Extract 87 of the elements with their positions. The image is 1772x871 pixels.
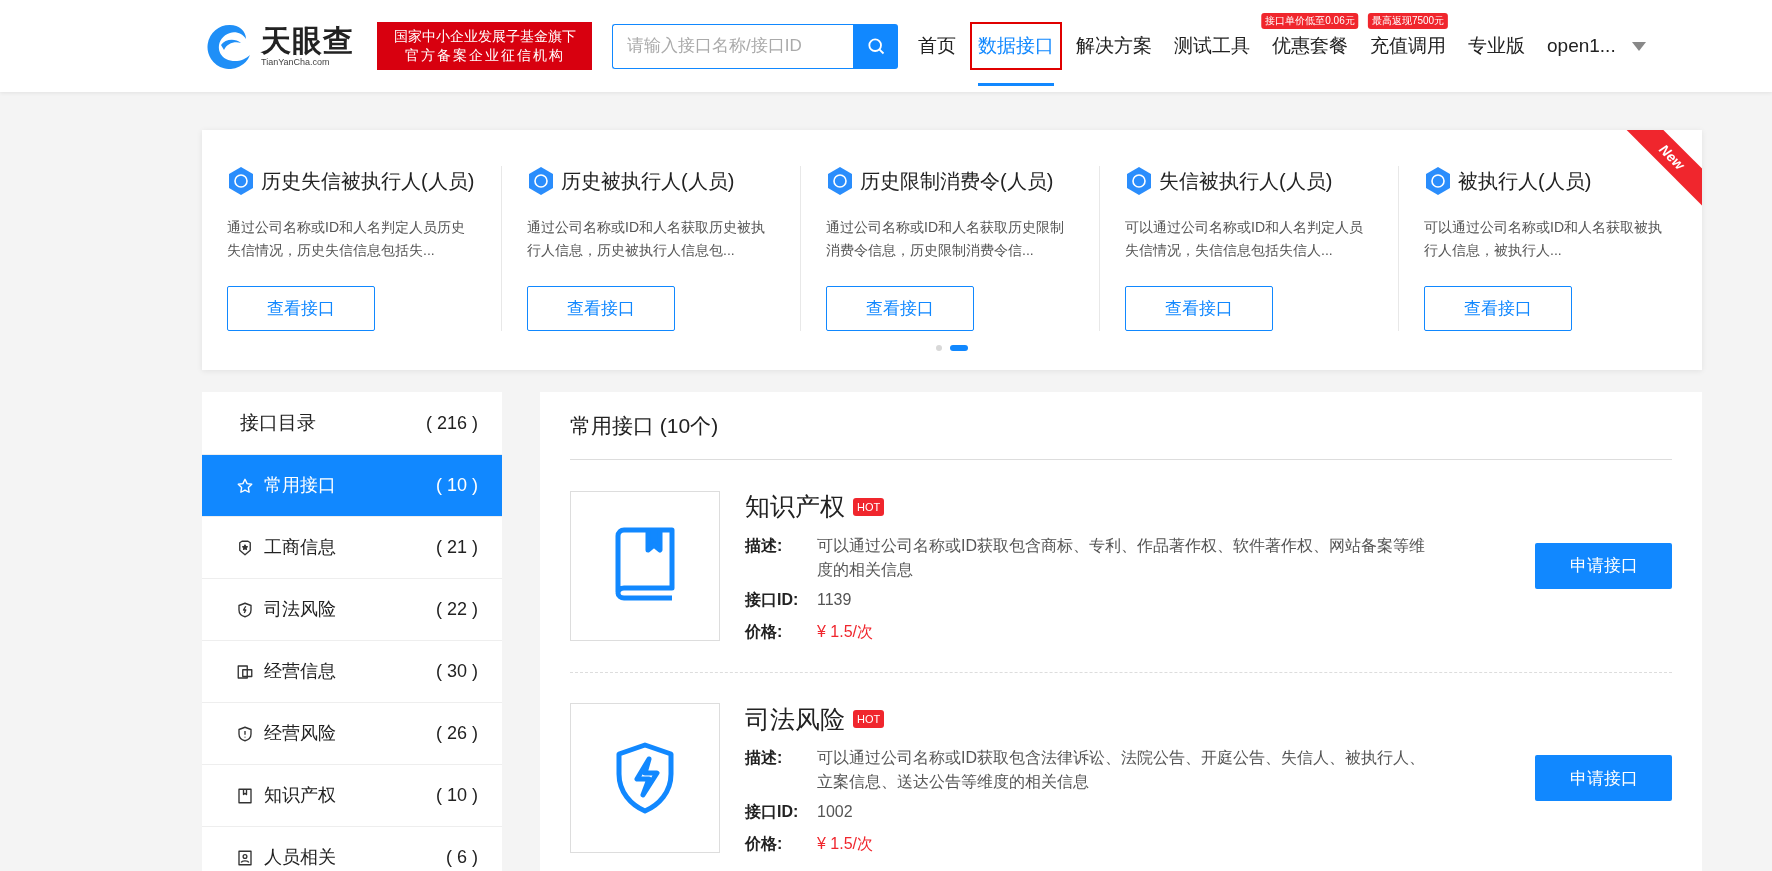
card-title: 历史限制消费令(人员): [860, 169, 1054, 194]
card-title: 失信被执行人(人员): [1159, 169, 1333, 194]
api-id: 1002: [817, 802, 853, 822]
apply-button[interactable]: 申请接口: [1535, 542, 1672, 589]
category-count: ( 10 ): [436, 474, 478, 497]
sidebar-title: 接口目录: [240, 410, 316, 435]
hexagon-icon: [527, 166, 555, 196]
promo-badge: 最高返现7500元: [1367, 13, 1449, 29]
star-icon: [236, 476, 254, 495]
user-menu[interactable]: open1...: [1547, 31, 1616, 61]
category-count: ( 22 ): [436, 598, 478, 621]
field-label: 描述:: [745, 535, 784, 556]
category-label: 知识产权: [264, 784, 337, 807]
category-label: 经营风险: [264, 722, 337, 745]
book-icon: [236, 786, 254, 805]
sidebar-item[interactable]: 人员相关 ( 6 ): [202, 827, 502, 871]
card-title: 历史失信被执行人(人员): [261, 169, 475, 194]
promo-badge: 接口单价低至0.06元: [1261, 13, 1359, 29]
nav-link[interactable]: 测试工具: [1174, 31, 1250, 61]
category-count: ( 26 ): [436, 722, 478, 745]
search-field[interactable]: 请输入接口名称/接口ID: [612, 23, 853, 69]
field-label: 接口ID:: [745, 589, 800, 610]
nav-link[interactable]: 首页: [918, 31, 956, 61]
view-api-button[interactable]: 查看接口: [527, 286, 675, 331]
sidebar-item[interactable]: 知识产权 ( 10 ): [202, 765, 502, 827]
apply-button[interactable]: 申请接口: [1535, 755, 1672, 802]
category-label: 工商信息: [264, 536, 337, 559]
sidebar-item[interactable]: 常用接口 ( 10 ): [202, 455, 502, 517]
category-count: ( 21 ): [436, 536, 478, 559]
card-description: 可以通过公司名称或ID和人名判定人员失信情况，失信信息包括失信人...: [1125, 218, 1364, 260]
hot-tag: HOT: [853, 710, 885, 729]
api-description: 可以通过公司名称或ID获取包含商标、专利、作品著作权、软件著作权、网站备案等维度的相关信息: [817, 535, 1426, 580]
sidebar-item[interactable]: 经营风险 ( 26 ): [202, 703, 502, 765]
api-name: 知识产权: [745, 491, 845, 522]
card-description: 通过公司名称或ID和人名获取历史被执行人信息，历史被执行人信息包...: [527, 218, 766, 260]
category-label: 经营信息: [264, 660, 337, 683]
category-count: ( 6 ): [446, 846, 478, 869]
view-api-button[interactable]: 查看接口: [1125, 286, 1273, 331]
category-label: 常用接口: [264, 474, 337, 497]
category-label: 司法风险: [264, 598, 337, 621]
field-label: 价格:: [745, 621, 784, 642]
nav-link[interactable]: 解决方案: [1076, 31, 1152, 61]
category-label: 人员相关: [264, 846, 337, 869]
hexagon-icon: [1125, 166, 1153, 196]
monitor-icon: [236, 662, 254, 681]
api-description: 可以通过公司名称或ID获取包含法律诉讼、法院公告、开庭公告、失信人、被执行人、立案信息、送达公告等维度的相关信息: [817, 748, 1426, 792]
sidebar-count: ( 216 ): [425, 411, 478, 435]
nav-link[interactable]: 优惠套餐: [1272, 31, 1348, 61]
search-icon: [865, 36, 886, 56]
sidebar-item[interactable]: 工商信息 ( 21 ): [202, 517, 502, 579]
view-api-button[interactable]: 查看接口: [227, 286, 375, 331]
field-label: 接口ID:: [745, 802, 800, 822]
api-price: ¥ 1.5/次: [817, 834, 874, 854]
caret-icon: [1631, 41, 1646, 51]
section-title: 常用接口 (10个): [570, 412, 719, 439]
field-label: 价格:: [745, 834, 784, 854]
view-api-button[interactable]: 查看接口: [826, 286, 974, 331]
logo-domain: TianYanCha.com: [261, 57, 331, 67]
view-api-button[interactable]: 查看接口: [1424, 286, 1572, 331]
search-button[interactable]: [853, 23, 898, 69]
slogan-text: 官方备案企业征信机构: [404, 46, 565, 65]
nav-link[interactable]: 专业版: [1468, 31, 1525, 61]
hot-tag: HOT: [853, 497, 885, 516]
person-icon: [236, 848, 254, 867]
nav-link[interactable]: 数据接口: [970, 21, 1062, 71]
card-title: 历史被执行人(人员): [561, 169, 735, 194]
card-description: 可以通过公司名称或ID和人名获取被执行人信息，被执行人...: [1424, 218, 1663, 260]
api-price: ¥ 1.5/次: [817, 621, 874, 642]
hexagon-icon: [1424, 166, 1452, 196]
category-count: ( 10 ): [436, 784, 478, 807]
sidebar-item[interactable]: 经营信息 ( 30 ): [202, 641, 502, 703]
slogan-text: 国家中小企业发展子基金旗下: [393, 27, 576, 46]
hexagon-icon: [227, 166, 255, 196]
card-title: 被执行人(人员): [1458, 169, 1592, 194]
field-label: 描述:: [745, 748, 784, 768]
badge-icon: [236, 538, 254, 557]
nav-link[interactable]: 充值调用: [1370, 31, 1446, 61]
alert-shield-icon: [236, 724, 254, 743]
shield-icon: [236, 600, 254, 619]
api-id: 1139: [817, 589, 852, 610]
card-description: 通过公司名称或ID和人名获取历史限制消费令信息，历史限制消费令信...: [826, 218, 1065, 260]
card-description: 通过公司名称或ID和人名判定人员历史失信情况，历史失信信息包括失...: [227, 218, 466, 260]
api-name: 司法风险: [745, 703, 845, 735]
hexagon-icon: [826, 166, 854, 196]
sidebar-item[interactable]: 司法风险 ( 22 ): [202, 579, 502, 641]
logo-name: 天眼查: [261, 25, 354, 56]
category-count: ( 30 ): [436, 660, 478, 683]
